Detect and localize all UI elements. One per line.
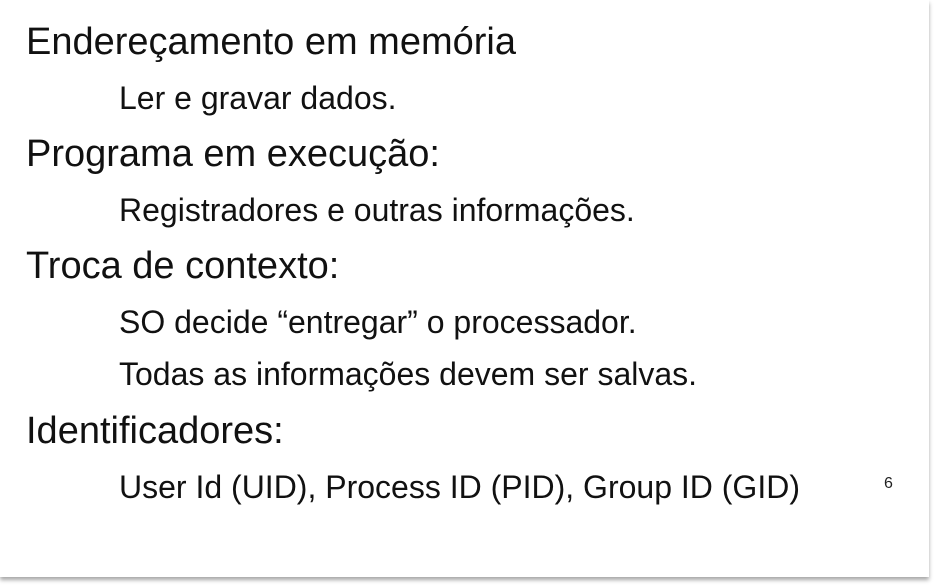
subitem-save-information: Todas as informações devem ser salvas. — [119, 356, 698, 392]
slide: Endereçamento em memória Ler e gravar da… — [0, 0, 929, 577]
page-number: 6 — [884, 475, 893, 492]
subitem-read-write-data: Ler e gravar dados. — [119, 80, 397, 116]
subitem-os-decides: SO decide “entregar” o processador. — [119, 304, 637, 340]
heading-context-switch: Troca de contexto: — [26, 245, 340, 287]
heading-identifiers: Identificadores: — [26, 410, 284, 452]
subitem-id-list: User Id (UID), Process ID (PID), Group I… — [119, 469, 800, 505]
subitem-registers: Registradores e outras informações. — [119, 192, 635, 228]
heading-program-execution: Programa em execução: — [26, 133, 440, 175]
heading-memory-addressing: Endereçamento em memória — [26, 21, 516, 63]
